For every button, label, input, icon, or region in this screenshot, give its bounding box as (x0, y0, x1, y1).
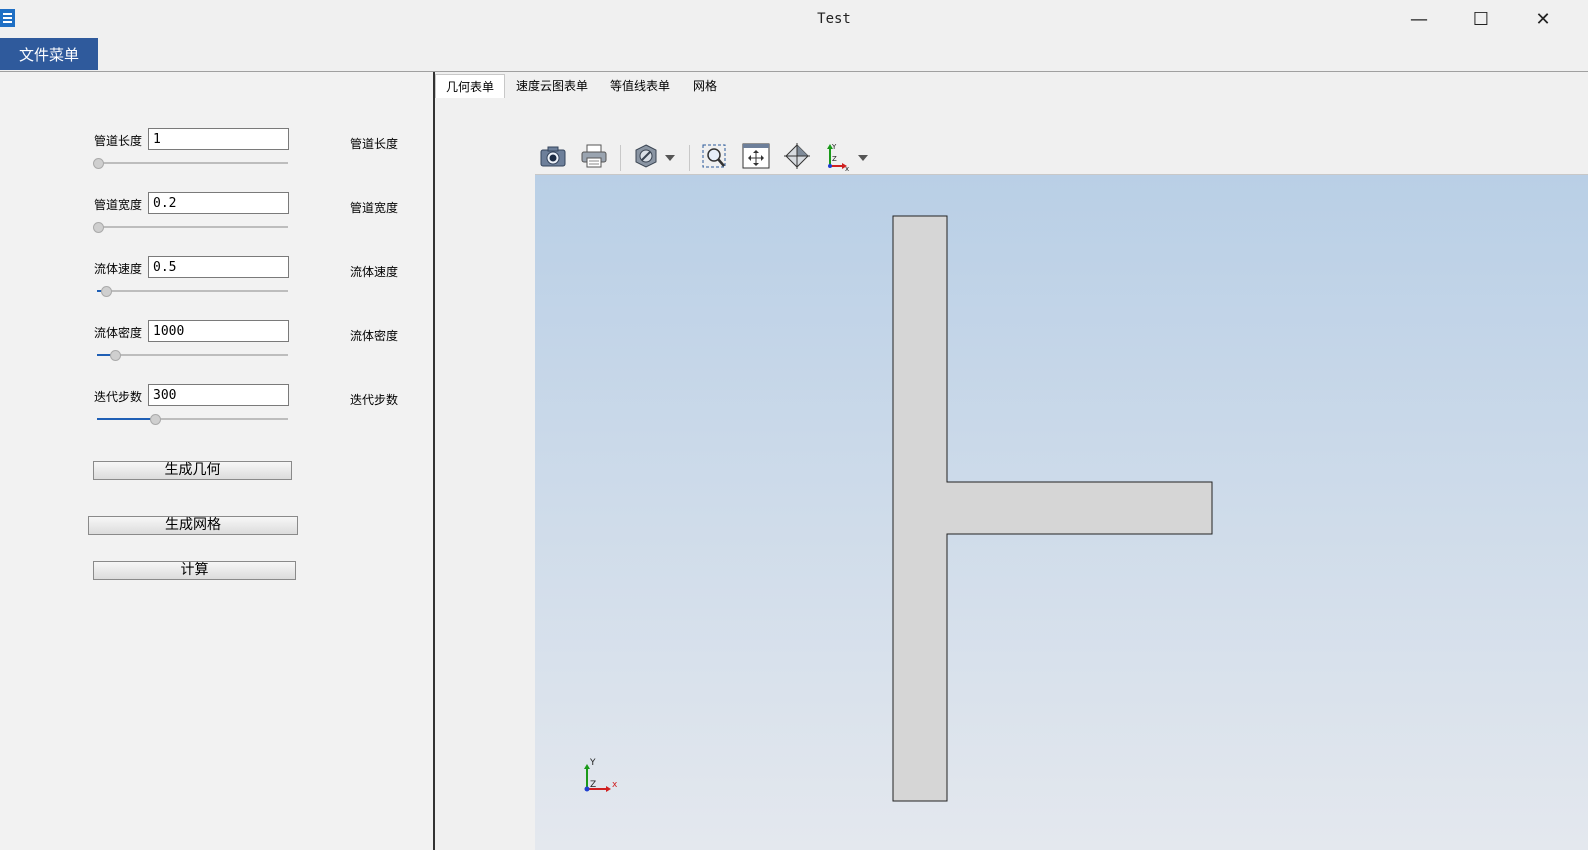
print-icon[interactable] (579, 142, 609, 170)
param-slider-fill (97, 418, 154, 420)
zoom-box-icon[interactable] (700, 142, 730, 170)
param-slider-handle[interactable] (93, 222, 104, 233)
param-input[interactable]: 0.2 (148, 192, 289, 214)
param-slider-handle[interactable] (101, 286, 112, 297)
menu-bar (0, 38, 1588, 72)
viewer-toolbar (535, 139, 1588, 175)
param-slider-handle[interactable] (150, 414, 161, 425)
chevron-down-icon[interactable] (857, 151, 869, 165)
param-input[interactable]: 300 (148, 384, 289, 406)
param-label: 管道长度 (94, 134, 143, 148)
param-value-label: 流体速度 (350, 265, 399, 279)
param-label: 迭代步数 (94, 390, 143, 404)
param-slider-handle[interactable] (93, 158, 104, 169)
param-input[interactable]: 0.5 (148, 256, 289, 278)
param-input[interactable]: 1 (148, 128, 289, 150)
render-viewport[interactable] (535, 175, 1588, 850)
param-label: 管道宽度 (94, 198, 143, 212)
svg-text:x: x (845, 165, 849, 171)
toolbar-separator (620, 145, 621, 171)
param-slider-track[interactable] (97, 354, 288, 356)
svg-text:Y: Y (831, 143, 837, 151)
param-slider-track[interactable] (97, 290, 288, 292)
svg-text:Z: Z (832, 155, 837, 163)
toolbar-separator (689, 145, 690, 171)
maximize-button[interactable]: ☐ (1450, 0, 1512, 38)
tab-geometry[interactable]: 几何表单 (435, 74, 506, 99)
axis-x-label: x (612, 780, 618, 790)
compute-button[interactable]: 计算 (93, 561, 296, 580)
param-slider-track[interactable] (97, 162, 288, 164)
close-button[interactable]: ✕ (1512, 0, 1574, 38)
param-input[interactable]: 1000 (148, 320, 289, 342)
fit-view-icon[interactable] (741, 142, 771, 170)
param-value-label: 迭代步数 (350, 393, 399, 407)
param-value-label: 管道长度 (350, 137, 399, 151)
reset-view-icon[interactable] (782, 142, 812, 170)
param-slider-track[interactable] (97, 226, 288, 228)
axes-indicator (578, 758, 626, 800)
generate-geometry-button[interactable]: 生成几何 (93, 461, 292, 480)
param-slider-handle[interactable] (110, 350, 121, 361)
window-title: Test (817, 11, 851, 27)
render-mode-icon[interactable] (631, 142, 661, 170)
axes-orientation-icon[interactable]: YZx (822, 142, 852, 171)
param-value-label: 流体密度 (350, 329, 399, 343)
tab-isolines[interactable]: 等值线表单 (600, 74, 680, 98)
generate-mesh-button[interactable]: 生成网格 (88, 516, 298, 535)
chevron-down-icon[interactable] (664, 151, 676, 165)
param-label: 流体密度 (94, 326, 143, 340)
tab-mesh[interactable]: 网格 (683, 74, 727, 98)
file-menu[interactable]: 文件菜单 (0, 38, 98, 70)
axis-y-label: Y (590, 758, 596, 768)
axis-z-label: Z (590, 780, 597, 790)
t-pipe-geometry (892, 215, 1213, 802)
tab-velocity-contour[interactable]: 速度云图表单 (506, 74, 598, 98)
camera-icon[interactable] (538, 142, 568, 170)
minimize-button[interactable]: — (1388, 0, 1450, 38)
param-value-label: 管道宽度 (350, 201, 399, 215)
param-label: 流体速度 (94, 262, 143, 276)
